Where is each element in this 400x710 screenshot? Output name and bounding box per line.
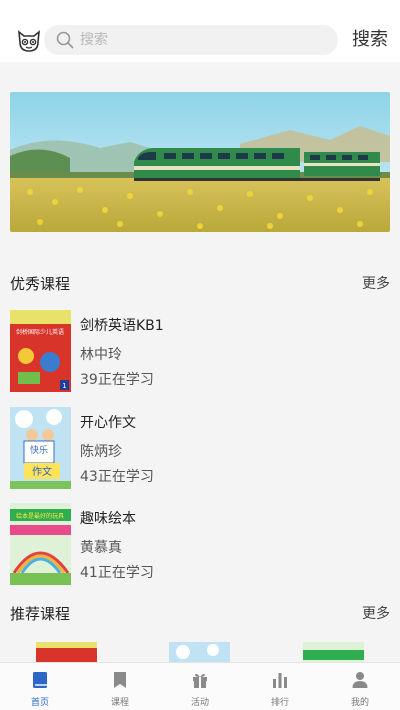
bottom-tab-bar: 首页 课程 活动 排行 我的 — [0, 662, 400, 710]
recommended-more-link[interactable]: 更多 — [362, 602, 390, 626]
cover-image-cambridge — [36, 642, 97, 662]
cover-image-writing: 快乐 作文 — [10, 407, 71, 489]
tab-home[interactable]: 首页 — [0, 663, 80, 710]
bar-chart-icon — [273, 673, 287, 688]
course-name: 剑桥英语KB1 — [80, 318, 164, 334]
course-learner-count: 39正在学习 — [80, 372, 154, 388]
home-book-icon — [33, 672, 47, 688]
course-cover: 快乐 作文 — [10, 407, 71, 489]
search-button[interactable]: 搜索 — [352, 28, 388, 52]
course-item[interactable]: 绘本是最好的玩具 趣味绘本 黄慕真 41正在学习 — [10, 503, 390, 585]
svg-text:快乐: 快乐 — [30, 444, 48, 456]
course-name: 趣味绘本 — [80, 511, 136, 527]
search-icon — [56, 31, 74, 49]
tab-label: 首页 — [30, 698, 49, 708]
tab-label: 课程 — [110, 698, 129, 708]
course-cover: 绘本是最好的玩具 — [10, 503, 71, 585]
course-learner-count: 43正在学习 — [80, 469, 154, 485]
svg-text:1: 1 — [62, 382, 66, 390]
excellent-more-link[interactable]: 更多 — [362, 272, 390, 296]
svg-text:作文: 作文 — [32, 465, 52, 478]
svg-text:剑桥国际少儿英语: 剑桥国际少儿英语 — [16, 328, 64, 336]
cat-logo-icon[interactable] — [16, 28, 42, 54]
course-teacher: 林中玲 — [80, 347, 122, 363]
recommended-courses-header: 推荐课程 更多 — [10, 602, 390, 626]
tab-activities[interactable]: 活动 — [160, 663, 240, 710]
course-learner-count: 41正在学习 — [80, 565, 154, 581]
search-input[interactable]: 搜索 — [44, 25, 338, 55]
recommended-course-cover[interactable] — [303, 642, 364, 662]
header-divider — [0, 62, 400, 70]
tab-label: 活动 — [190, 698, 209, 708]
person-icon — [352, 672, 368, 688]
excellent-courses-header: 优秀课程 更多 — [10, 272, 390, 296]
course-cover: 剑桥国际少儿英语 1 — [10, 310, 71, 392]
bookmark-icon — [114, 672, 126, 688]
course-name: 开心作文 — [80, 415, 136, 431]
gift-icon — [193, 673, 207, 688]
cover-image-writing — [169, 642, 230, 662]
tab-me[interactable]: 我的 — [320, 663, 400, 710]
course-item[interactable]: 剑桥国际少儿英语 1 剑桥英语KB1 林中玲 39正在学习 — [10, 310, 390, 392]
course-teacher: 黄慕真 — [80, 540, 122, 556]
tab-ranking[interactable]: 排行 — [240, 663, 320, 710]
course-teacher: 陈炳珍 — [80, 444, 122, 460]
recommended-course-cover[interactable] — [169, 642, 230, 662]
cover-image-picturebook: 绘本是最好的玩具 — [10, 503, 71, 585]
cover-image-cambridge: 剑桥国际少儿英语 1 — [10, 310, 71, 392]
cover-image-picturebook — [303, 642, 364, 662]
tab-courses[interactable]: 课程 — [80, 663, 160, 710]
banner-train-image — [10, 92, 390, 232]
search-placeholder: 搜索 — [80, 32, 108, 48]
section-title: 推荐课程 — [10, 605, 71, 623]
banner-carousel[interactable] — [10, 92, 390, 232]
course-item[interactable]: 快乐 作文 开心作文 陈炳珍 43正在学习 — [10, 407, 390, 489]
svg-text:绘本是最好的玩具: 绘本是最好的玩具 — [16, 512, 64, 520]
tab-label: 排行 — [270, 698, 289, 708]
tab-label: 我的 — [350, 698, 369, 708]
home-content[interactable]: 优秀课程 更多 剑桥国际少儿英语 1 剑桥英语KB1 林中玲 39正在学习 快乐… — [0, 70, 400, 662]
section-title: 优秀课程 — [10, 275, 71, 293]
recommended-course-cover[interactable] — [36, 642, 97, 662]
